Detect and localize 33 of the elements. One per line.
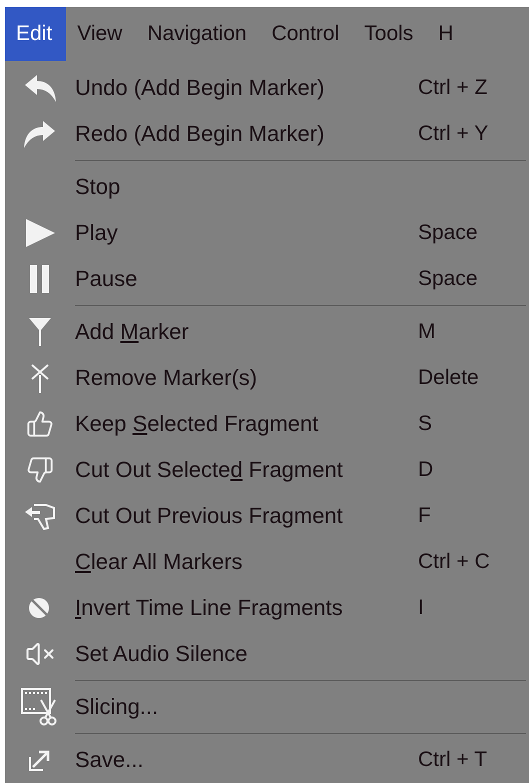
menu-item[interactable]: Clear All Markers bbox=[75, 549, 418, 575]
shortcut-text: D bbox=[418, 458, 434, 482]
shortcut-text: M bbox=[418, 320, 436, 344]
menu-bar-item[interactable]: Edit bbox=[5, 7, 66, 61]
menu-item[interactable]: Cut Out Previous Fragment bbox=[75, 503, 418, 529]
menu-item[interactable]: Undo (Add Begin Marker) bbox=[75, 75, 418, 101]
menu-item[interactable]: Keep Selected Fragment bbox=[75, 411, 418, 437]
menu-item[interactable]: Redo (Add Begin Marker) bbox=[75, 121, 418, 147]
menu-bar-item[interactable]: Control bbox=[260, 7, 354, 61]
menu-item[interactable]: Add Marker bbox=[75, 319, 418, 345]
shortcut-text: S bbox=[418, 412, 432, 436]
menu-item[interactable]: Slicing... bbox=[75, 694, 418, 720]
menu-item[interactable]: Remove Marker(s) bbox=[75, 365, 418, 391]
menu-item[interactable]: Cut Out Selected Fragment bbox=[75, 457, 418, 483]
menu-item[interactable]: Set Audio Silence bbox=[75, 641, 418, 667]
shortcut-text: Ctrl + C bbox=[418, 550, 490, 574]
menu-bar-item[interactable]: Navigation bbox=[136, 7, 261, 61]
shortcut-text: Delete bbox=[418, 366, 479, 390]
shortcut-text: Space bbox=[418, 221, 478, 245]
menu-bar-item[interactable]: Tools bbox=[353, 7, 428, 61]
menu-item[interactable]: Save... bbox=[75, 747, 418, 773]
menu-bar-item[interactable]: View bbox=[66, 7, 136, 61]
shortcut-text: F bbox=[418, 504, 431, 528]
shortcut-text: I bbox=[418, 596, 424, 620]
shortcut-text: Ctrl + Z bbox=[418, 76, 488, 100]
shortcut-text: Space bbox=[418, 267, 478, 291]
menu-item[interactable]: Stop bbox=[75, 174, 418, 200]
menu-item[interactable]: Play bbox=[75, 220, 418, 246]
menu-item[interactable]: Pause bbox=[75, 266, 418, 292]
shortcut-text: Ctrl + T bbox=[418, 748, 488, 772]
shortcut-text: Ctrl + Y bbox=[418, 122, 488, 146]
menu-bar-item[interactable]: H bbox=[427, 7, 468, 61]
menu-item[interactable]: Invert Time Line Fragments bbox=[75, 595, 418, 621]
